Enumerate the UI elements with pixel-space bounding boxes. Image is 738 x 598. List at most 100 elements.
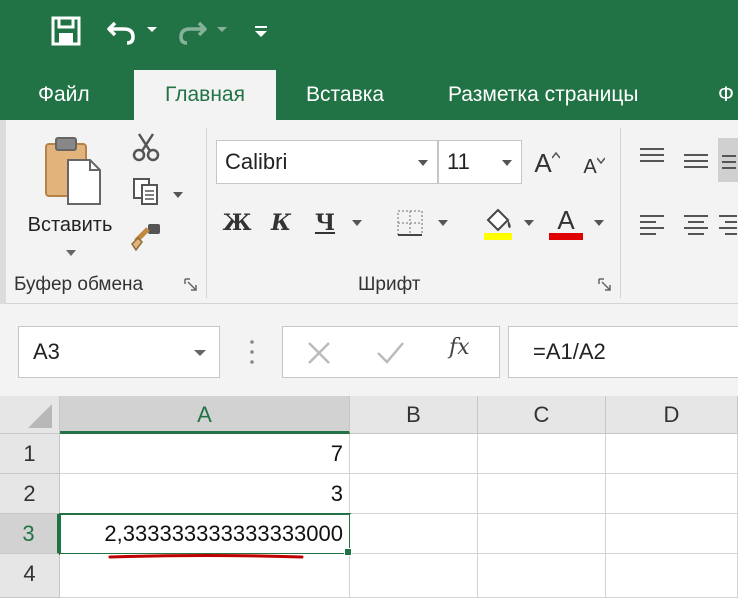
fill-color-button[interactable] [478,204,518,244]
borders-button[interactable] [390,206,430,240]
tab-page-layout[interactable]: Разметка страницы [448,70,639,120]
font-name-value: Calibri [225,149,288,174]
shrink-font-label: A [583,155,597,178]
dialog-launcher-icon[interactable] [184,278,198,292]
redo-button[interactable] [174,12,210,50]
column-header-d[interactable]: D [606,396,738,434]
group-separator [206,128,207,298]
cut-button[interactable] [128,130,164,164]
save-button[interactable] [46,12,86,50]
tab-home[interactable]: Главная [134,70,276,120]
title-bar [0,0,738,62]
cell-d2[interactable] [606,474,738,514]
paste-button[interactable]: Вставить [18,130,122,268]
grow-font-button[interactable]: A [532,144,562,182]
align-left-icon [640,215,664,235]
row-header-2[interactable]: 2 [0,474,60,514]
chevron-down-icon [194,350,206,356]
insert-function-button[interactable]: fx [449,335,470,360]
chevron-down-icon [66,250,76,256]
format-painter-button[interactable] [128,220,164,254]
align-left-button[interactable] [632,208,672,242]
align-middle-button[interactable] [676,144,716,178]
cell-d4[interactable] [606,554,738,598]
align-bottom-button[interactable] [718,138,738,182]
font-color-dropdown[interactable] [588,206,610,240]
shrink-font-button[interactable]: A [580,148,608,186]
enter-icon[interactable] [375,339,405,367]
tab-insert[interactable]: Вставка [306,70,384,120]
redo-icon [179,21,207,45]
tab-file[interactable]: Файл [38,70,90,120]
cell-d1[interactable] [606,434,738,474]
align-center-icon [684,215,708,235]
align-top-button[interactable] [632,140,672,174]
spreadsheet-grid: A B C D 1 2 3 4 7 3 2,333333333333333000 [0,396,738,598]
cell-a3[interactable]: 2,333333333333333000 [59,513,351,555]
tab-formulas[interactable]: Ф [718,70,738,120]
grow-font-label: A [534,147,552,178]
undo-icon [107,21,135,45]
column-header-b[interactable]: B [350,396,478,434]
formula-input[interactable]: =A1/A2 [508,326,738,378]
font-size-select[interactable]: 11 [438,140,522,184]
column-header-a[interactable]: A [60,396,350,434]
underline-dropdown[interactable] [346,206,368,240]
formula-buttons: fx [282,326,500,378]
fill-bucket-icon [484,208,512,240]
clipboard-icon [45,137,101,205]
cell-b3[interactable] [350,514,478,554]
font-name-select[interactable]: Calibri [216,140,438,184]
name-box[interactable]: A3 [18,326,220,378]
caret-down-icon [596,157,605,164]
dialog-launcher-icon[interactable] [598,278,612,292]
borders-dropdown[interactable] [432,206,454,240]
align-center-button[interactable] [676,208,716,242]
copy-button[interactable] [128,174,164,208]
align-right-button[interactable] [716,208,738,242]
chevron-down-icon [438,220,448,226]
undo-button[interactable] [104,12,140,50]
redo-dropdown[interactable] [214,18,230,42]
align-middle-icon [684,154,708,168]
row-header-1[interactable]: 1 [0,434,60,474]
cell-d3[interactable] [606,514,738,554]
underline-button[interactable]: Ч [308,204,342,242]
customize-icon [255,26,267,37]
cell-c2[interactable] [478,474,606,514]
splitter-handle-icon[interactable] [244,334,260,370]
cell-b2[interactable] [350,474,478,514]
bold-button[interactable]: Ж [220,204,254,242]
chevron-down-icon [147,27,157,32]
cell-c1[interactable] [478,434,606,474]
paste-label: Вставить [27,214,113,236]
cell-a1[interactable]: 7 [60,434,350,474]
italic-button[interactable]: К [264,204,298,242]
name-box-value: A3 [33,339,60,364]
fill-handle[interactable] [344,548,352,556]
copy-dropdown[interactable] [168,178,188,212]
chevron-down-icon [502,160,512,166]
cell-c3[interactable] [478,514,606,554]
cancel-icon[interactable] [305,339,333,367]
undo-dropdown[interactable] [144,18,160,42]
cell-b1[interactable] [350,434,478,474]
select-all-button[interactable] [0,396,60,434]
red-underline-annotation [108,554,304,559]
cell-a2[interactable]: 3 [60,474,350,514]
cell-b4[interactable] [350,554,478,598]
font-color-label: A [557,204,575,235]
font-group-label: Шрифт [358,274,421,295]
chevron-down-icon [418,160,428,166]
font-color-button[interactable]: A [546,204,586,242]
font-size-value: 11 [447,149,470,174]
cell-c4[interactable] [478,554,606,598]
save-icon [51,16,81,46]
fill-color-dropdown[interactable] [518,206,540,240]
row-header-4[interactable]: 4 [0,554,60,598]
formula-bar-area: A3 fx =A1/A2 [0,304,738,396]
row-header-3[interactable]: 3 [0,514,60,554]
customize-toolbar-button[interactable] [250,18,272,44]
cell-a4[interactable] [60,554,350,598]
column-header-c[interactable]: C [478,396,606,434]
